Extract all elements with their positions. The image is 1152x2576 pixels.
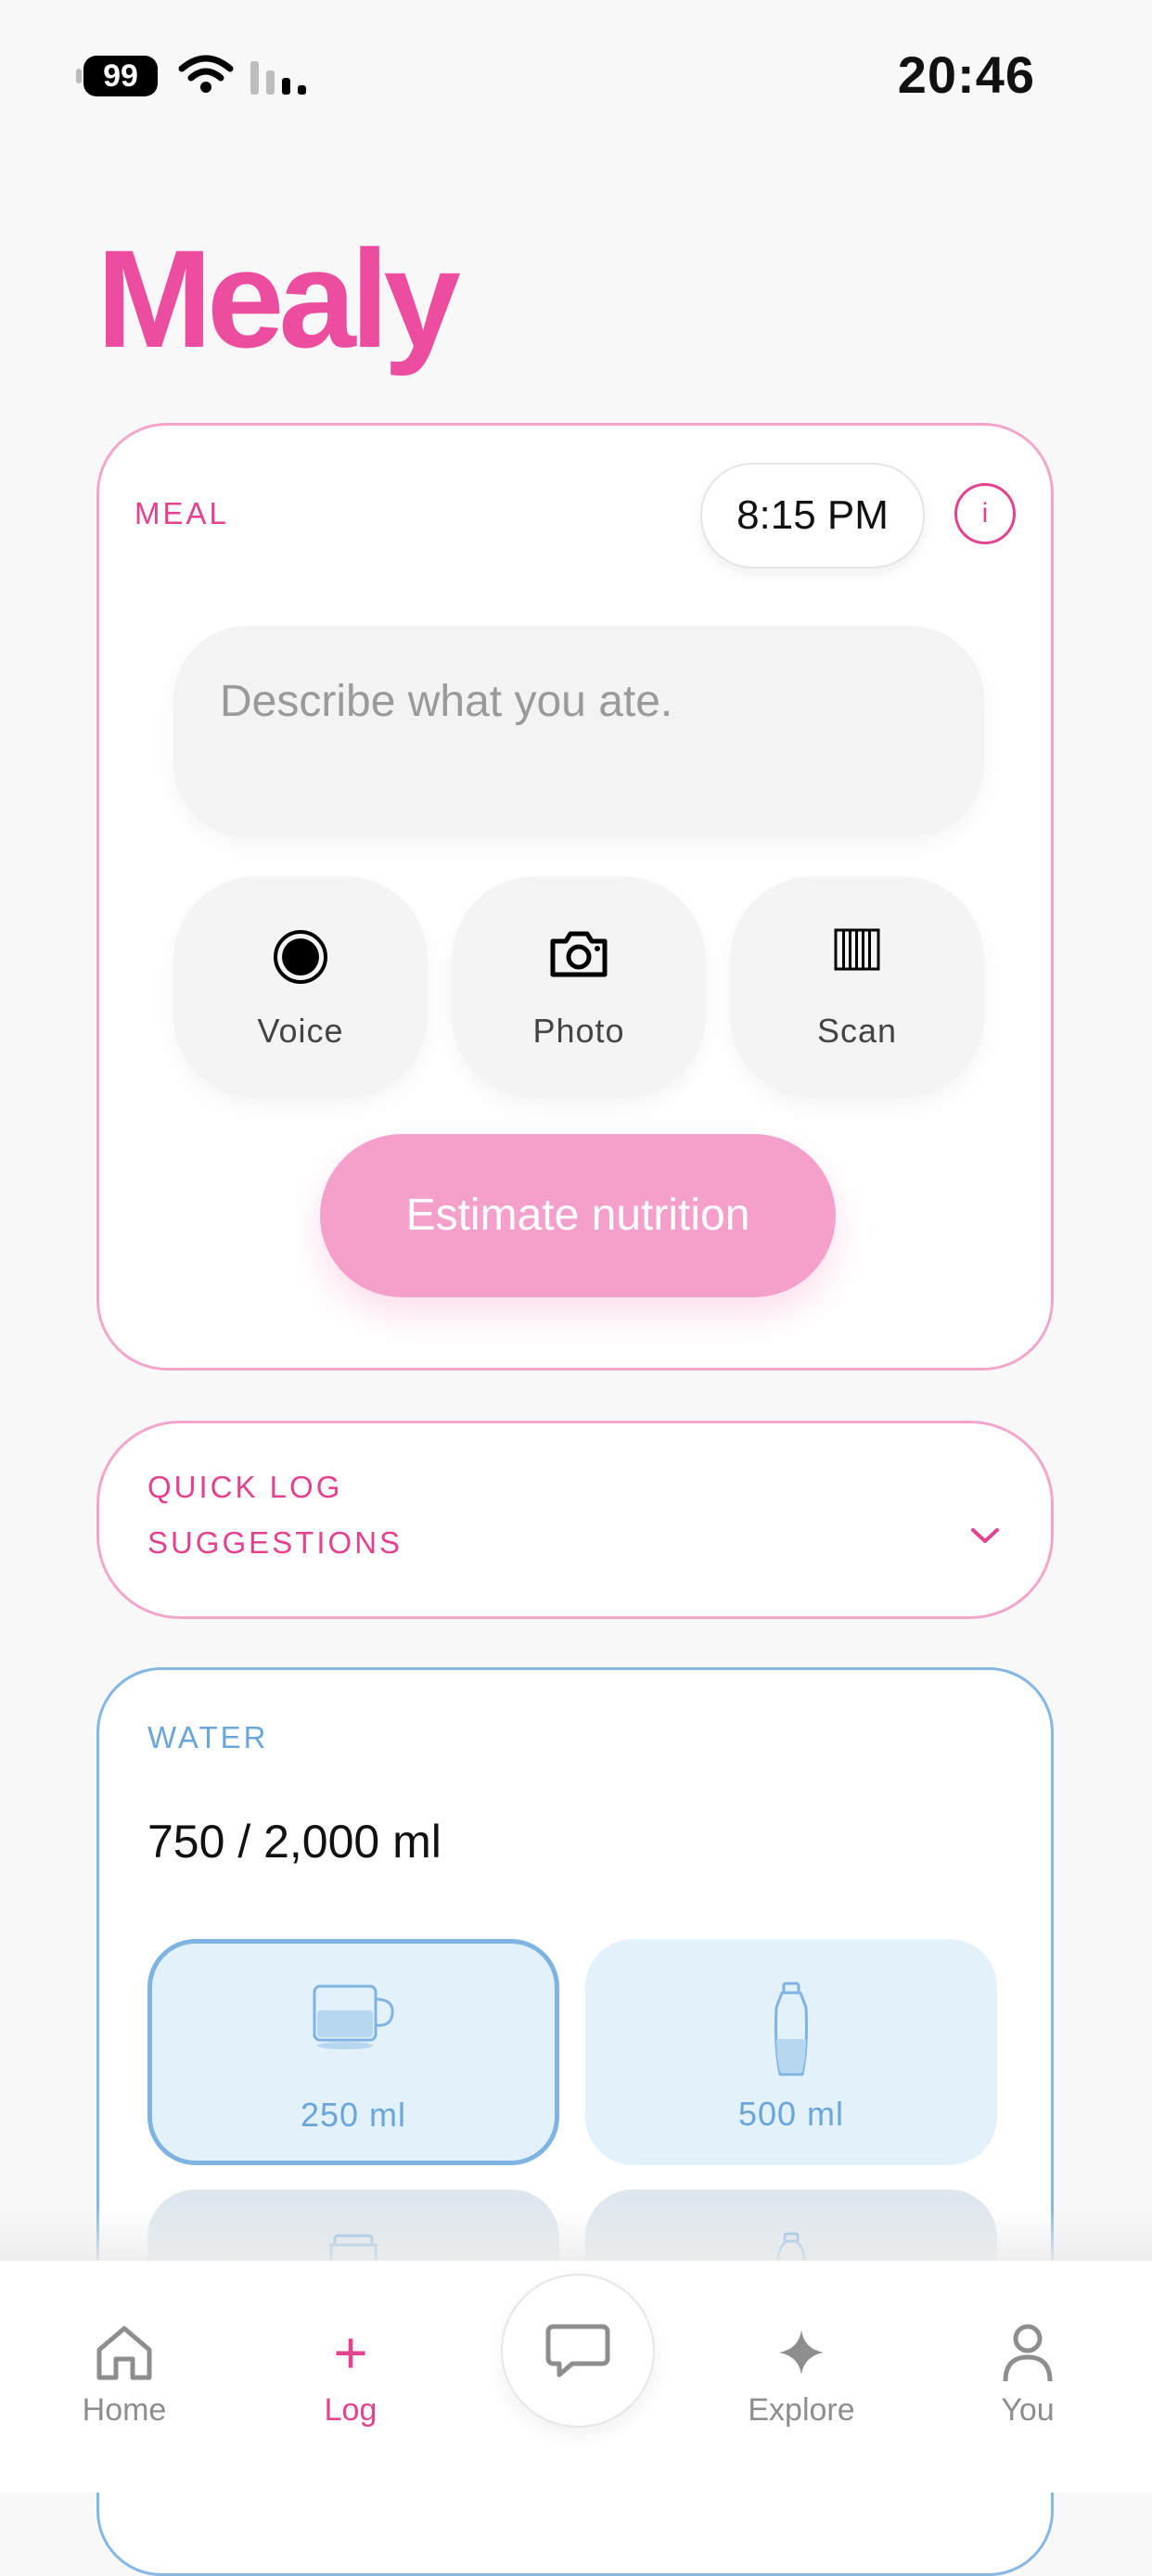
battery-indicator: 99 [76,56,158,96]
nav-explore[interactable]: Explore [727,2320,876,2429]
nav-you[interactable]: You [954,2320,1102,2429]
meal-time-button[interactable]: 8:15 PM [700,463,925,568]
status-bar: 99 20:46 [0,0,1152,148]
signal-icon [250,61,306,95]
app-logo: Mealy [96,221,461,376]
barcode-icon [834,928,880,971]
nav-log[interactable]: + Log [276,2320,425,2429]
bottle-icon [774,1982,808,2076]
chat-icon [545,2324,610,2378]
camera-icon [550,931,608,977]
scan-button[interactable]: Scan [730,876,984,1099]
water-500ml-label: 500 ml [737,2095,845,2133]
water-amount: 750 / 2,000 ml [147,1816,442,1868]
nav-explore-label: Explore [748,2392,855,2428]
water-250ml-label: 250 ml [300,2096,407,2134]
quick-log-label: QUICK LOG [147,1470,343,1504]
bottom-nav: Home + Log Explore You [0,2261,1152,2493]
water-500ml-option[interactable]: 500 ml [585,1939,997,2165]
meal-description-placeholder: Describe what you ate. [220,677,673,726]
home-icon [96,2326,152,2380]
photo-label: Photo [532,1012,625,1050]
quick-log-suggestions-toggle[interactable]: QUICK LOG SUGGESTIONS [96,1421,1054,1619]
nav-home[interactable]: Home [50,2320,198,2429]
water-250ml-option[interactable]: 250 ml [147,1939,559,2165]
chat-button[interactable] [501,2274,655,2428]
status-time: 20:46 [897,45,1035,104]
cup-icon [313,1984,394,2049]
meal-label: MEAL [134,496,229,530]
water-label: WATER [147,1720,269,1754]
photo-button[interactable]: Photo [452,876,706,1099]
nav-you-label: You [1001,2392,1055,2428]
voice-button[interactable]: Voice [173,876,428,1099]
plus-icon: + [333,2319,368,2386]
person-icon [1003,2324,1053,2382]
scan-label: Scan [816,1012,898,1050]
wifi-icon [178,55,234,93]
estimate-nutrition-button[interactable]: Estimate nutrition [320,1134,836,1297]
info-button[interactable]: i [954,483,1016,544]
suggestions-label: SUGGESTIONS [147,1525,403,1560]
meal-card: MEAL 8:15 PM i Describe what you ate. Vo… [96,423,1054,1371]
nav-log-label: Log [324,2392,378,2428]
record-icon [274,930,327,984]
sparkle-icon [779,2330,824,2375]
meal-description-input[interactable]: Describe what you ate. [173,626,984,837]
chevron-down-icon [971,1528,999,1543]
voice-label: Voice [257,1012,344,1050]
nav-shadow [0,2207,1152,2263]
nav-home-label: Home [82,2392,167,2428]
